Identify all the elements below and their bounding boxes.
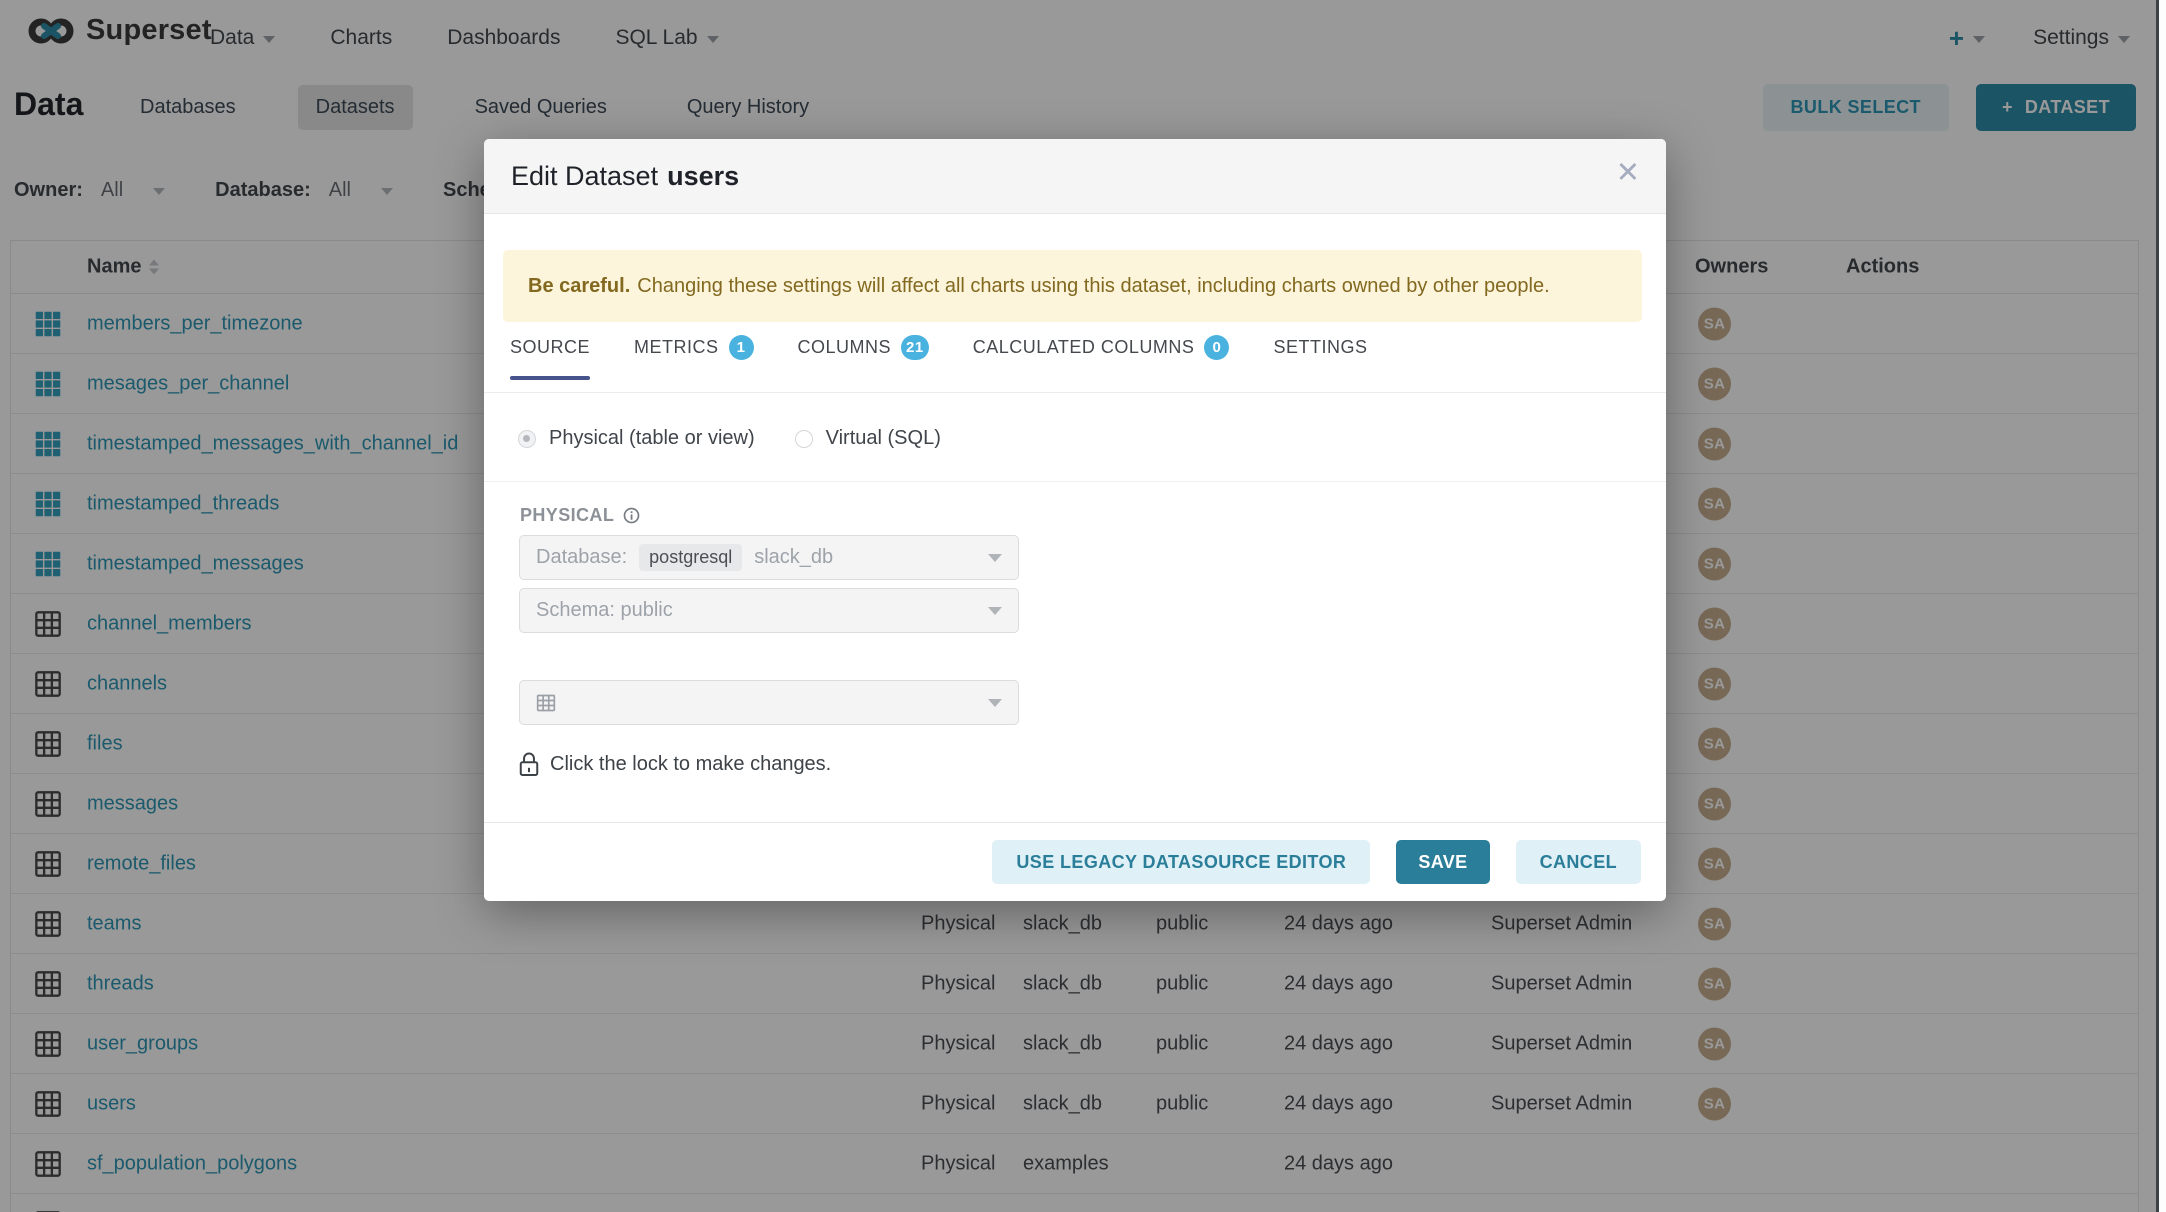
modal-tabs: SOURCE METRICS 1 COLUMNS 21 CALCULATED COLUMN… — [510, 335, 1367, 380]
dataset-name: users — [667, 161, 739, 191]
table-icon — [536, 693, 556, 713]
dataset-type-radios: Physical (table or view) Virtual (SQL) — [518, 427, 941, 450]
modal-tab-label: COLUMNS — [798, 337, 892, 358]
radio-circle-icon — [518, 430, 536, 448]
modal-tab-source[interactable]: SOURCE — [510, 335, 590, 380]
radio-physical-table-or-view-[interactable]: Physical (table or view) — [518, 427, 755, 450]
radio-label: Virtual (SQL) — [826, 427, 941, 450]
modal-tab-columns[interactable]: COLUMNS 21 — [798, 335, 929, 380]
radio-label: Physical (table or view) — [549, 427, 755, 450]
chevron-down-icon — [988, 699, 1002, 707]
window-edge-strip — [2156, 0, 2166, 1212]
divider — [484, 481, 1666, 482]
modal-tab-label: METRICS — [634, 337, 719, 358]
divider — [484, 392, 1666, 393]
count-badge: 0 — [1204, 335, 1229, 360]
modal-tab-label: CALCULATED COLUMNS — [973, 337, 1195, 358]
count-badge: 21 — [901, 335, 929, 360]
lock-icon[interactable] — [518, 751, 540, 778]
lock-hint-text: Click the lock to make changes. — [550, 753, 831, 776]
table-select[interactable] — [519, 680, 1019, 725]
count-badge: 1 — [729, 335, 754, 360]
radio-virtual-sql-[interactable]: Virtual (SQL) — [795, 427, 941, 450]
chevron-down-icon — [988, 607, 1002, 615]
warning-alert: Be careful. Changing these settings will… — [503, 250, 1642, 322]
superset-app: Superset DataChartsDashboardsSQL Lab + S… — [0, 0, 2166, 1212]
modal-tab-metrics[interactable]: METRICS 1 — [634, 335, 754, 380]
use-legacy-editor-button[interactable]: USE LEGACY DATASOURCE EDITOR — [992, 840, 1370, 884]
modal-header: Edit Datasetusers ✕ — [484, 139, 1666, 214]
modal-title: Edit Datasetusers — [511, 161, 739, 192]
lock-row: Click the lock to make changes. — [518, 751, 831, 778]
physical-section-label: PHYSICAL — [520, 505, 640, 526]
modal-footer: USE LEGACY DATASOURCE EDITOR SAVE CANCEL — [484, 822, 1666, 901]
modal-tab-settings[interactable]: SETTINGS — [1273, 335, 1367, 380]
chevron-down-icon — [988, 554, 1002, 562]
engine-pill: postgresql — [639, 544, 742, 571]
radio-circle-icon — [795, 430, 813, 448]
modal-tab-label: SETTINGS — [1273, 337, 1367, 358]
schema-select[interactable]: Schema: public — [519, 588, 1019, 633]
close-icon[interactable]: ✕ — [1616, 159, 1640, 188]
save-button[interactable]: SAVE — [1396, 840, 1489, 884]
info-icon[interactable] — [623, 507, 640, 524]
modal-tab-label: SOURCE — [510, 337, 590, 358]
edit-dataset-modal: Edit Datasetusers ✕ Be careful. Changing… — [484, 139, 1666, 901]
database-select[interactable]: Database: postgresql slack_db — [519, 535, 1019, 580]
modal-tab-calculated-columns[interactable]: CALCULATED COLUMNS 0 — [973, 335, 1230, 380]
cancel-button[interactable]: CANCEL — [1516, 840, 1641, 884]
